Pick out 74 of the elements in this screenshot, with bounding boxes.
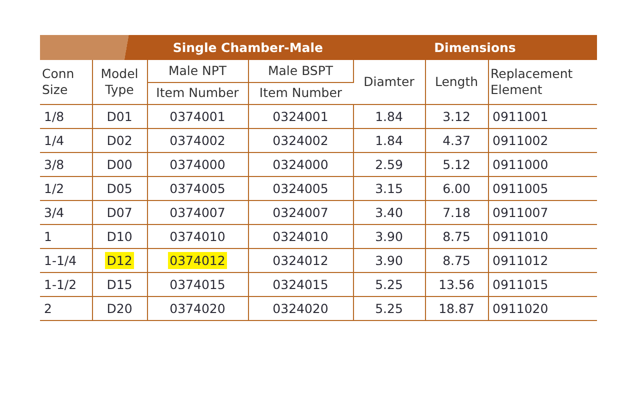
column-header: Male NPT	[147, 60, 248, 82]
cell-text: 1.84	[374, 132, 404, 148]
column-header: Model Type	[92, 60, 147, 104]
cell-text: 2.59	[374, 156, 404, 172]
cell-text: 3.12	[442, 108, 472, 124]
column-header: Length	[425, 60, 488, 104]
cell-text: 1/8	[43, 108, 66, 124]
cell-text: 0911010	[492, 228, 550, 244]
cell-text: 0374002	[168, 132, 226, 148]
cell-text: 3.40	[374, 204, 404, 220]
cell-text: 1/2	[43, 180, 66, 196]
cell-text: D15	[106, 276, 134, 292]
column-header: Male BSPT	[248, 60, 354, 82]
cell-text: 0374000	[168, 156, 226, 172]
cell-text: 1	[43, 228, 53, 244]
cell-text: 0911015	[492, 276, 550, 292]
column-header: Conn Size	[40, 60, 92, 104]
cell-text: 8.75	[442, 252, 472, 268]
cell-text: 0911020	[492, 300, 550, 316]
cell-text: 0324012	[272, 252, 330, 268]
column-subheader: Item Number	[147, 82, 248, 104]
cell-text: 0324010	[272, 228, 330, 244]
cell-text: 3.90	[374, 228, 404, 244]
cell-text: 3/4	[43, 204, 66, 220]
cell-text: 0911007	[492, 204, 550, 220]
cell-text: 2	[43, 300, 53, 316]
cell-text: 1-1/2	[43, 276, 78, 292]
cell-text: 8.75	[442, 228, 472, 244]
cell-text: 3/8	[43, 156, 66, 172]
cell-text: 0324002	[272, 132, 330, 148]
group-header: Single Chamber-Male	[40, 35, 354, 60]
cell-text: 0324000	[272, 156, 330, 172]
cell-text: D01	[106, 108, 134, 124]
column-header: Diamter	[353, 60, 426, 104]
cell-text: 0911002	[492, 132, 550, 148]
cell-text: 3.15	[374, 180, 404, 196]
cell-text: 0324005	[272, 180, 330, 196]
cell-text: 0911000	[492, 156, 550, 172]
cell-text: 0374007	[168, 204, 226, 220]
cell-text: 3.90	[374, 252, 404, 268]
cell-text: 0374015	[168, 276, 226, 292]
cell-text: 0324020	[272, 300, 330, 316]
cell-text: 0911012	[492, 252, 550, 268]
cell-text: 18.87	[438, 300, 476, 316]
cell-text: D07	[106, 204, 134, 220]
cell-text: 6.00	[442, 180, 472, 196]
cell-text: 5.25	[374, 300, 404, 316]
cell-text: D05	[106, 180, 134, 196]
cell-text: 0911005	[492, 180, 550, 196]
group-header: Dimensions	[353, 35, 598, 60]
cell-text: 0374001	[168, 108, 226, 124]
cell-text: D10	[106, 228, 134, 244]
cell-text: D02	[106, 132, 134, 148]
column-subheader: Item Number	[248, 82, 354, 104]
cell-text: 0324015	[272, 276, 330, 292]
cell-text: 0374005	[168, 180, 226, 196]
cell-text: 0911001	[492, 108, 550, 124]
cell-text: D12	[104, 252, 134, 268]
cell-text: 5.25	[374, 276, 404, 292]
cell-text: 0324001	[272, 108, 330, 124]
cell-text: 7.18	[442, 204, 472, 220]
cell-text: 5.12	[442, 156, 472, 172]
cell-text: 1.84	[374, 108, 404, 124]
cell-text: 1/4	[43, 132, 66, 148]
column-header: Replacement Element	[488, 60, 598, 104]
cell-text: 1-1/4	[43, 252, 78, 268]
cell-text: 0374012	[168, 252, 228, 268]
cell-text: D00	[106, 156, 134, 172]
cell-text: 4.37	[442, 132, 472, 148]
cell-text: 13.56	[438, 276, 476, 292]
cell-text: 0324007	[272, 204, 330, 220]
cell-text: 0374010	[168, 228, 226, 244]
cell-text: 0374020	[168, 300, 226, 316]
cell-text: D20	[106, 300, 134, 316]
